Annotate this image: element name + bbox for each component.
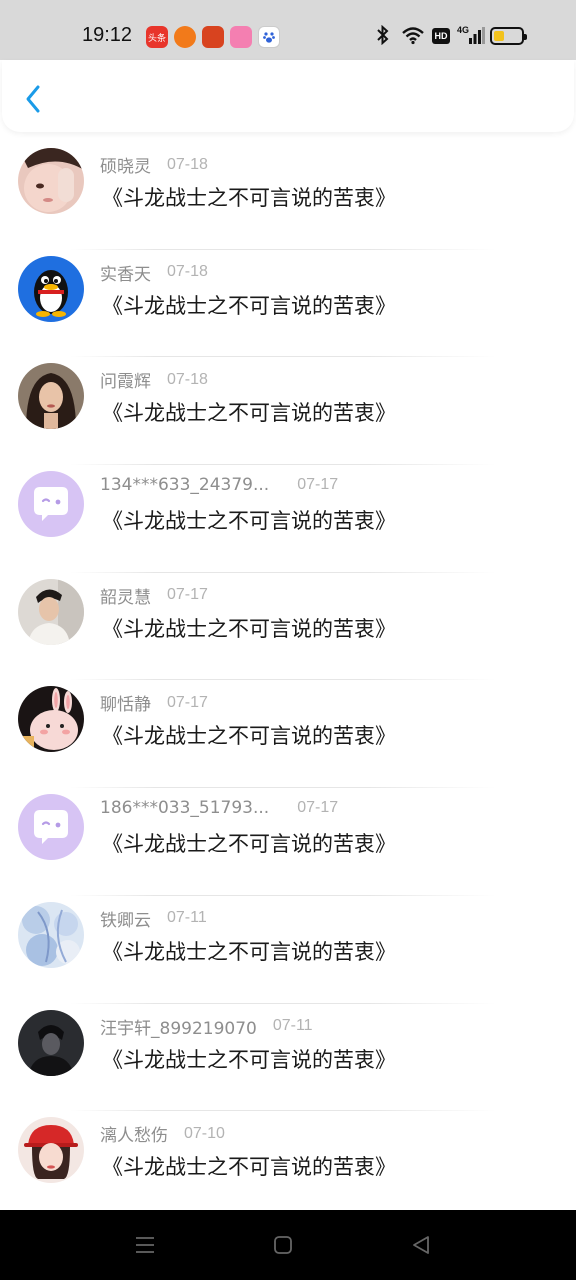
username[interactable]: 134***633_24379... (100, 475, 269, 495)
comment-text: 《斗龙战士之不可言说的苦衷》 (102, 509, 396, 534)
username[interactable]: 实香天 (100, 260, 151, 285)
toutiao-app-icon: 头条 (146, 26, 168, 48)
avatar[interactable] (18, 901, 84, 968)
username[interactable]: 漓人愁伤 (100, 1121, 168, 1146)
back-button[interactable] (16, 82, 50, 116)
username[interactable]: 问霞辉 (100, 367, 151, 392)
comment-text: 《斗龙战士之不可言说的苦衷》 (102, 939, 396, 964)
list-item[interactable]: 186***033_51793... 07-17 《斗龙战士之不可言说的苦衷》 (0, 788, 576, 896)
comment-date: 07-11 (272, 1017, 313, 1034)
comment-date: 07-18 (167, 263, 208, 281)
list-item[interactable]: 漓人愁伤 07-10 《斗龙战士之不可言说的苦衷》 (0, 1111, 576, 1219)
avatar[interactable] (18, 1117, 84, 1184)
list-item[interactable]: 聊恬静 07-17 《斗龙战士之不可言说的苦衷》 (0, 680, 576, 789)
list-item[interactable]: 汪宇轩_899219070 07-11 《斗龙战士之不可言说的苦衷》 (0, 1004, 576, 1112)
comment-meta: 134***633_24379... 07-17 (100, 475, 338, 495)
back-triangle-icon (413, 1236, 429, 1254)
home-button[interactable] (266, 1228, 300, 1262)
username[interactable]: 铁卿云 (100, 906, 151, 931)
comment-text: 《斗龙战士之不可言说的苦衷》 (102, 293, 396, 318)
avatar[interactable] (18, 471, 84, 538)
comment-text: 《斗龙战士之不可言说的苦衷》 (102, 186, 396, 210)
list-item[interactable]: 134***633_24379... 07-17 《斗龙战士之不可言说的苦衷》 (0, 465, 576, 573)
comment-date: 07-11 (167, 909, 207, 927)
username[interactable]: 韶灵慧 (100, 583, 151, 608)
list-item[interactable]: 实香天 07-18 《斗龙战士之不可言说的苦衷》 (0, 250, 576, 358)
menu-button[interactable] (128, 1228, 162, 1262)
toutiao-label: 头条 (147, 32, 166, 43)
menu-icon (136, 1237, 154, 1253)
avatar[interactable] (18, 578, 84, 645)
comment-date: 07-10 (184, 1124, 225, 1142)
wifi-icon (401, 25, 425, 50)
avatar[interactable] (18, 255, 84, 322)
navigation-bar (0, 1210, 576, 1280)
comment-meta: 问霞辉 07-18 (100, 367, 208, 393)
battery-icon (490, 27, 527, 45)
chevron-left-icon (26, 85, 40, 113)
avatar[interactable] (18, 686, 84, 753)
game-app-icon (202, 26, 224, 48)
avatar[interactable] (18, 148, 84, 214)
status-time: 19:12 (82, 24, 133, 46)
username[interactable]: 汪宇轩_899219070 (100, 1014, 257, 1039)
comment-meta: 聊恬静 07-17 (100, 690, 208, 716)
comment-date: 07-17 (167, 586, 208, 604)
screen: 19:12 头条 HD 4G 硕晓灵 07-18 《斗龙战士之不可言说的苦衷》 … (0, 0, 576, 1280)
comment-meta: 铁卿云 07-11 (100, 906, 207, 931)
username[interactable]: 186***033_51793... (100, 798, 269, 818)
comment-date: 07-17 (297, 799, 339, 817)
comment-text: 《斗龙战士之不可言说的苦衷》 (102, 616, 396, 641)
comment-meta: 实香天 07-18 (100, 260, 208, 285)
avatar[interactable] (18, 794, 84, 861)
comment-meta: 硕晓灵 07-18 (100, 152, 208, 178)
comment-text: 《斗龙战士之不可言说的苦衷》 (102, 1155, 396, 1180)
photo-app-icon (230, 26, 252, 48)
avatar[interactable] (18, 363, 84, 430)
comment-meta: 汪宇轩_899219070 07-11 (100, 1014, 313, 1039)
comment-list: 硕晓灵 07-18 《斗龙战士之不可言说的苦衷》 实香天 07-18 《斗龙战士… (0, 142, 576, 1219)
avatar[interactable] (18, 1009, 84, 1076)
network-type-label: 4G (457, 25, 470, 35)
default-avatar-icon (18, 794, 84, 861)
comment-meta: 186***033_51793... 07-17 (100, 798, 338, 818)
comment-text: 《斗龙战士之不可言说的苦衷》 (102, 832, 396, 857)
hd-badge: HD (432, 28, 450, 44)
bluetooth-icon (374, 24, 392, 50)
comment-meta: 漓人愁伤 07-10 (100, 1121, 225, 1147)
comment-text: 《斗龙战士之不可言说的苦衷》 (102, 1047, 396, 1072)
default-avatar-icon (18, 471, 84, 538)
comment-date: 07-18 (167, 155, 208, 173)
top-bar (2, 60, 574, 132)
list-item[interactable]: 韶灵慧 07-17 《斗龙战士之不可言说的苦衷》 (0, 573, 576, 681)
list-item[interactable]: 铁卿云 07-11 《斗龙战士之不可言说的苦衷》 (0, 896, 576, 1004)
comment-text: 《斗龙战士之不可言说的苦衷》 (102, 724, 396, 749)
comment-date: 07-17 (167, 693, 208, 711)
comment-date: 07-18 (167, 370, 208, 388)
status-bar: 19:12 头条 HD 4G (0, 0, 576, 60)
taobao-app-icon (174, 26, 196, 48)
list-item[interactable]: 硕晓灵 07-18 《斗龙战士之不可言说的苦衷》 (0, 142, 576, 250)
home-square-icon (274, 1236, 292, 1254)
comment-meta: 韶灵慧 07-17 (100, 583, 208, 608)
list-item[interactable]: 问霞辉 07-18 《斗龙战士之不可言说的苦衷》 (0, 357, 576, 466)
username[interactable]: 聊恬静 (100, 690, 151, 715)
back-nav-button[interactable] (404, 1228, 438, 1262)
username[interactable]: 硕晓灵 (100, 152, 151, 177)
baidu-app-icon (258, 26, 280, 48)
comment-text: 《斗龙战士之不可言说的苦衷》 (102, 401, 396, 426)
comment-date: 07-17 (297, 476, 339, 494)
